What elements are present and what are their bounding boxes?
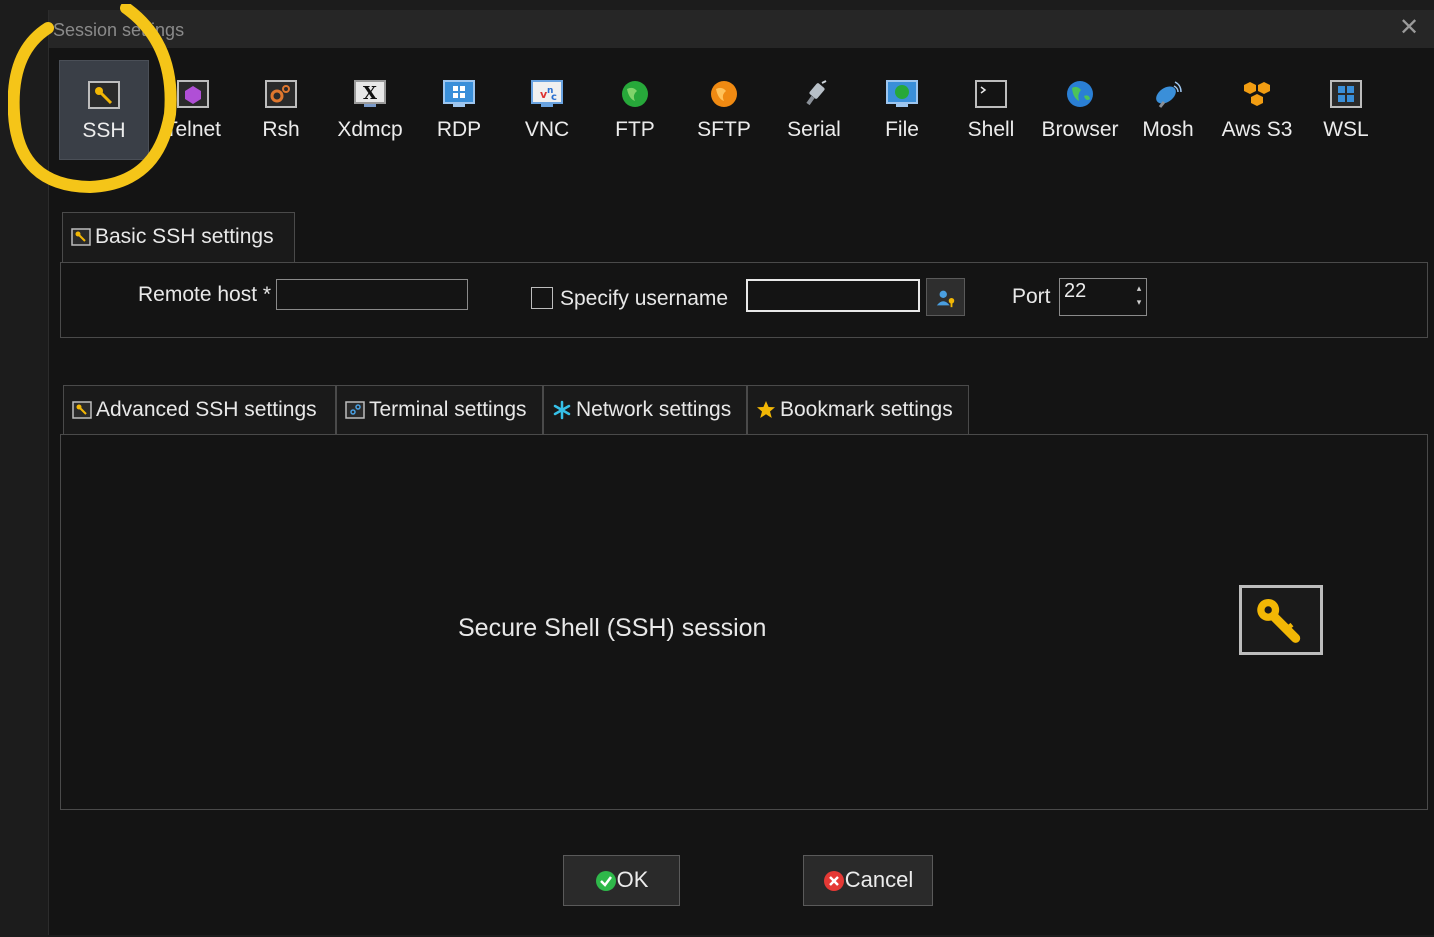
protocol-vnc-button[interactable]: v n c VNC	[505, 60, 589, 160]
tab-bookmark-settings[interactable]: Bookmark settings	[747, 385, 969, 435]
protocol-label: RDP	[436, 118, 482, 141]
protocol-label: Xdmcp	[337, 118, 403, 141]
remote-host-label: Remote host *	[138, 283, 272, 306]
protocol-label: Shell	[967, 118, 1015, 141]
protocol-ftp-button[interactable]: FTP	[593, 60, 677, 160]
protocol-xdmcp-button[interactable]: X Xdmcp	[327, 60, 413, 160]
large-key-icon	[1257, 598, 1301, 643]
tab-label: Bookmark settings	[780, 398, 953, 421]
network-star-icon	[553, 401, 571, 420]
advanced-settings-panel: Secure Shell (SSH) session	[60, 434, 1428, 810]
green-globe-icon	[622, 81, 648, 107]
protocol-label: Browser	[1041, 118, 1119, 141]
tab-advanced-ssh-settings[interactable]: Advanced SSH settings	[63, 385, 336, 435]
tab-label: Terminal settings	[369, 398, 527, 421]
monitor-windows-icon	[443, 80, 475, 107]
tab-label: Network settings	[576, 398, 732, 421]
user-key-icon	[936, 290, 954, 308]
file-monitor-icon	[886, 80, 918, 107]
terminal-small-icon	[345, 401, 365, 420]
user-manager-button[interactable]	[926, 278, 965, 316]
protocol-shell-button[interactable]: Shell	[949, 60, 1033, 160]
protocol-label: VNC	[524, 118, 570, 141]
tab-basic-ssh-settings[interactable]: Basic SSH settings	[62, 212, 295, 262]
ok-button[interactable]: OK	[563, 855, 680, 906]
cancel-label: Cancel	[844, 867, 914, 892]
protocol-rsh-button[interactable]: Rsh	[239, 60, 323, 160]
protocol-label: File	[885, 118, 919, 141]
protocol-label: FTP	[615, 118, 655, 141]
protocol-mosh-button[interactable]: Mosh	[1125, 60, 1211, 160]
protocol-label: WSL	[1323, 118, 1369, 141]
svg-text:X: X	[363, 83, 377, 104]
username-input[interactable]	[746, 279, 920, 312]
protocol-label: Telnet	[164, 118, 222, 141]
terminal-icon	[975, 80, 1007, 108]
protocol-rdp-button[interactable]: RDP	[417, 60, 501, 160]
remote-host-input[interactable]	[276, 279, 468, 310]
key-icon	[88, 81, 120, 109]
x-circle-icon	[823, 871, 844, 892]
key-small-icon	[72, 401, 92, 420]
key-small-icon	[71, 228, 91, 247]
session-description: Secure Shell (SSH) session	[458, 614, 767, 642]
port-label: Port	[1012, 285, 1051, 308]
protocol-serial-button[interactable]: Serial	[771, 60, 857, 160]
protocol-label: Aws S3	[1221, 118, 1293, 141]
port-spinner[interactable]: ▴ ▾	[1134, 281, 1144, 313]
protocol-browser-button[interactable]: Browser	[1037, 60, 1123, 160]
protocol-aws-s3-button[interactable]: Aws S3	[1213, 60, 1301, 160]
window-title: Session settings	[53, 20, 185, 40]
basic-settings-panel: Remote host * Specify username Port ▴▾	[60, 262, 1428, 338]
background-strip	[0, 0, 48, 937]
svg-text:c: c	[551, 92, 557, 103]
vnc-icon: v n c	[531, 80, 563, 107]
protocol-label: Serial	[787, 118, 841, 141]
tab-network-settings[interactable]: Network settings	[543, 385, 747, 435]
telnet-icon	[177, 80, 209, 108]
specify-username-checkbox[interactable]	[531, 287, 553, 309]
protocol-sftp-button[interactable]: SFTP	[681, 60, 767, 160]
title-bar: Session settings ✕	[49, 10, 1434, 48]
tab-label: Basic SSH settings	[95, 225, 274, 248]
tab-terminal-settings[interactable]: Terminal settings	[336, 385, 543, 435]
earth-icon	[1067, 81, 1093, 107]
ssh-key-badge	[1239, 585, 1323, 655]
windows-icon	[1330, 80, 1362, 108]
aws-boxes-icon	[1244, 82, 1270, 106]
specify-username-label: Specify username	[560, 287, 729, 310]
close-icon[interactable]: ✕	[1397, 16, 1421, 40]
protocol-label: Rsh	[262, 118, 300, 141]
protocol-label: Mosh	[1142, 118, 1194, 141]
protocol-telnet-button[interactable]: Telnet	[151, 60, 235, 160]
x-display-icon: X	[354, 80, 386, 107]
satellite-dish-icon	[1156, 81, 1182, 108]
protocol-label: SSH	[82, 119, 126, 142]
serial-plug-icon	[806, 80, 827, 106]
cancel-button[interactable]: Cancel	[803, 855, 933, 906]
orange-globe-icon	[711, 81, 737, 107]
session-settings-dialog: Session settings ✕ SSH Telnet Rsh X Xdmc…	[48, 10, 1434, 935]
rsh-icon	[265, 80, 297, 108]
star-icon	[757, 401, 775, 419]
protocol-file-button[interactable]: File	[859, 60, 945, 160]
ok-label: OK	[616, 867, 649, 892]
protocol-label: SFTP	[697, 118, 751, 141]
protocol-ssh-button[interactable]: SSH	[59, 60, 149, 160]
check-circle-icon	[595, 871, 616, 892]
protocol-wsl-button[interactable]: WSL	[1303, 60, 1389, 160]
tab-label: Advanced SSH settings	[96, 398, 317, 421]
